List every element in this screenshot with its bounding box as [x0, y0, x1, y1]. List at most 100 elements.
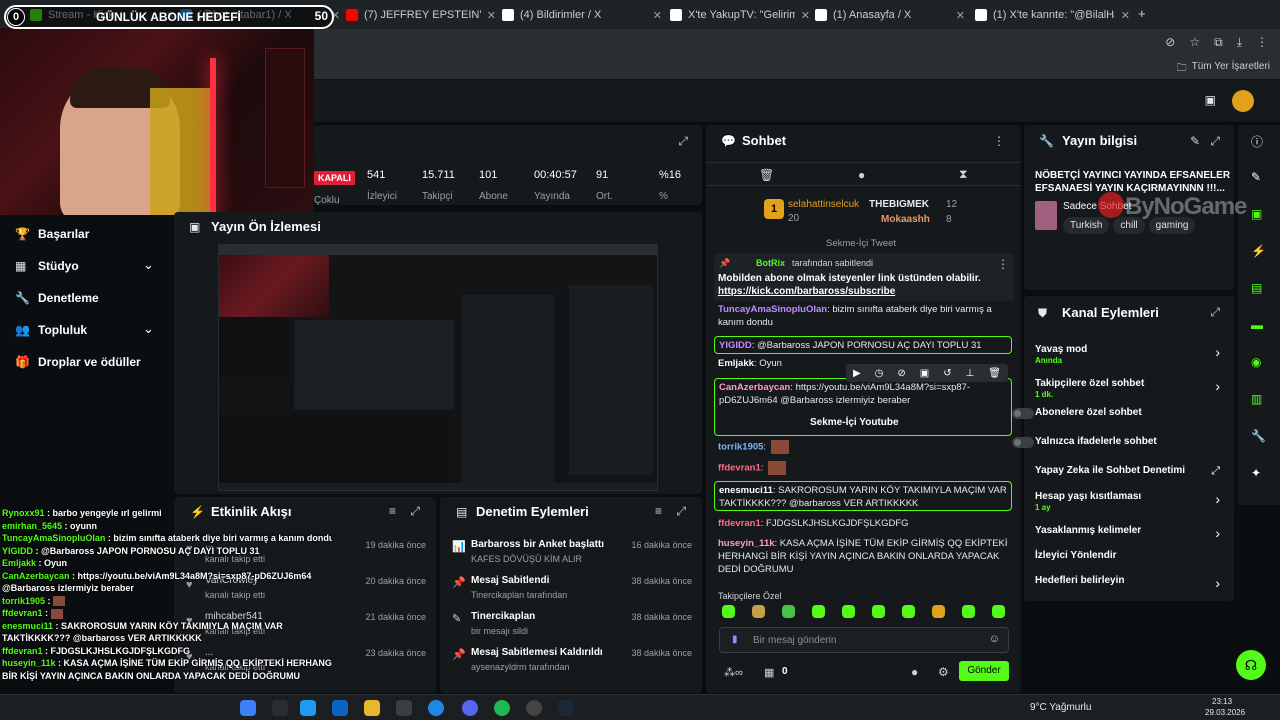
- chat-username[interactable]: enesmuci11: [719, 485, 773, 496]
- channel-action-item[interactable]: Takipçilere özel sohbet 1 dk. ›: [1024, 376, 1234, 402]
- infinity-icon[interactable]: ⁂∞: [724, 666, 743, 679]
- chat-input[interactable]: ▮ Bir mesaj gönderin ☺: [719, 627, 1009, 653]
- chat-username[interactable]: YIGIDD: [719, 340, 752, 351]
- tag-pill[interactable]: Turkish: [1063, 217, 1110, 234]
- download-icon[interactable]: ⤓: [1237, 35, 1242, 50]
- channel-action-item[interactable]: Yasaklanmış kelimeler ›: [1024, 523, 1234, 549]
- tweet-tab-label[interactable]: Sekme-İçi Tweet: [826, 238, 896, 249]
- sidebar-item[interactable]: 🎁 Droplar ve ödüller: [0, 353, 172, 377]
- obs-icon[interactable]: [526, 700, 542, 716]
- sidebar-item[interactable]: 🏆 Başarılar: [0, 225, 172, 249]
- browser-tab[interactable]: (1) X'te kannte: "@BilalHanci pu ✕: [975, 4, 1130, 26]
- pin-icon[interactable]: ⊥: [966, 368, 975, 379]
- filter-icon[interactable]: ≡: [389, 504, 396, 518]
- chat-bubble-icon[interactable]: ▬: [1251, 318, 1263, 332]
- copy-icon[interactable]: ▣: [920, 368, 929, 379]
- chat-username[interactable]: ffdevran1: [718, 518, 761, 529]
- trash-icon[interactable]: 🗑: [988, 368, 1001, 379]
- info-icon[interactable]: ⓘ: [1251, 133, 1263, 150]
- emoji-icon[interactable]: ☺: [989, 633, 1000, 645]
- app-icon[interactable]: [300, 700, 316, 716]
- emote-icon[interactable]: [932, 605, 945, 618]
- chat-username[interactable]: torrik1905: [718, 442, 763, 453]
- emote-icon[interactable]: [752, 605, 765, 618]
- chat-username[interactable]: huseyin_11k: [718, 538, 775, 549]
- browser-tab[interactable]: (1) Anasayfa / X ✕: [815, 4, 965, 26]
- chat-username[interactable]: TuncayAmaSinopluOlan: [718, 304, 827, 315]
- windows-start-icon[interactable]: [240, 700, 256, 716]
- search-icon[interactable]: [272, 700, 288, 716]
- avatar[interactable]: [1232, 90, 1254, 112]
- discord-icon[interactable]: [462, 700, 478, 716]
- menu-icon[interactable]: ⋮: [1256, 35, 1268, 50]
- crop-icon[interactable]: ▣: [1251, 207, 1262, 221]
- edit-icon[interactable]: ✎: [1190, 134, 1200, 148]
- emote-icon[interactable]: [872, 605, 885, 618]
- wrench-icon[interactable]: 🔧: [1251, 429, 1266, 443]
- chat-username[interactable]: Emljakk: [718, 358, 754, 369]
- spotify-icon[interactable]: [494, 700, 510, 716]
- channel-action-item[interactable]: İzleyici Yönlendir: [1024, 548, 1234, 574]
- sidebar-item[interactable]: 👥 Topluluk ⌄: [0, 321, 172, 345]
- weather[interactable]: 9°C Yağmurlu: [1030, 702, 1091, 713]
- channel-action-item[interactable]: Yapay Zeka ile Sohbet Denetimi ⤢: [1024, 463, 1234, 489]
- close-icon[interactable]: ✕: [653, 9, 662, 22]
- clock-time[interactable]: 23:13: [1212, 697, 1232, 706]
- channel-action-item[interactable]: Yalnızca ifadelerle sohbet: [1012, 434, 1234, 460]
- emote-icon[interactable]: [782, 605, 795, 618]
- toggle-switch[interactable]: [1012, 408, 1034, 419]
- sidebar-item[interactable]: ▦ Stüdyo ⌄: [0, 257, 172, 281]
- emote-icon[interactable]: [722, 605, 735, 618]
- steam-icon[interactable]: [558, 700, 574, 716]
- chat-username[interactable]: ffdevran1: [718, 463, 761, 474]
- emote-icon[interactable]: [812, 605, 825, 618]
- browser-tab[interactable]: (4) Bildirimler / X ✕: [502, 4, 662, 26]
- emote-icon[interactable]: [962, 605, 975, 618]
- close-icon[interactable]: ✕: [956, 9, 965, 22]
- expand-icon[interactable]: ⤢: [1210, 305, 1220, 320]
- broadcast-icon[interactable]: ◉: [1251, 355, 1261, 369]
- app-icon[interactable]: [396, 700, 412, 716]
- chat-bubble-icon[interactable]: ●: [911, 665, 918, 679]
- hourglass-icon[interactable]: ⧗: [959, 167, 967, 182]
- channel-action-item[interactable]: Yavaş mod Anında ›: [1024, 342, 1234, 368]
- expand-icon[interactable]: ⤢: [678, 134, 688, 149]
- more-icon[interactable]: ⋮: [993, 134, 1005, 148]
- browser-tab[interactable]: (7) JEFFREY EPSTEIN'IN ADASI ✕: [346, 4, 496, 26]
- emote-icon[interactable]: [842, 605, 855, 618]
- star-icon[interactable]: ☆: [1189, 35, 1200, 50]
- filter-icon[interactable]: ≡: [655, 504, 662, 518]
- chat-bubble-icon[interactable]: ●: [858, 168, 865, 182]
- new-tab-icon[interactable]: +: [1138, 6, 1146, 21]
- toggle-switch[interactable]: [1012, 437, 1034, 448]
- support-icon[interactable]: ☊: [1236, 650, 1266, 680]
- youtube-tab-label[interactable]: Sekme-İçi Youtube: [810, 417, 899, 428]
- chrome-icon[interactable]: [428, 700, 444, 716]
- stream-preview[interactable]: [218, 244, 658, 491]
- extension-icon[interactable]: ⧉: [1214, 35, 1223, 50]
- app-icon[interactable]: [332, 700, 348, 716]
- edit-icon[interactable]: ✎: [1251, 170, 1261, 184]
- trash-icon[interactable]: 🗑: [759, 168, 774, 182]
- eye-off-icon[interactable]: ⊘: [1165, 35, 1175, 50]
- expand-icon[interactable]: ⤢: [1210, 134, 1220, 149]
- sidebar-item[interactable]: 🔧 Denetleme: [0, 289, 172, 313]
- expand-icon[interactable]: ⤢: [410, 504, 420, 519]
- browser-tab[interactable]: X'te YakupTV: "Gelirim gelirim ✕: [670, 4, 810, 26]
- channel-action-item[interactable]: Hedefleri belirleyin ›: [1024, 573, 1234, 599]
- emote-icon[interactable]: [902, 605, 915, 618]
- all-bookmarks[interactable]: 🗀 Tüm Yer İşaretleri: [1177, 61, 1270, 78]
- expand-icon[interactable]: ⤢: [676, 504, 686, 519]
- reply-icon[interactable]: ↺: [943, 368, 951, 379]
- folder-icon[interactable]: [364, 700, 380, 716]
- layers-icon[interactable]: ▥: [1251, 392, 1262, 406]
- close-icon[interactable]: ✕: [1121, 9, 1130, 22]
- chat-username[interactable]: CanAzerbaycan: [719, 382, 790, 393]
- gear-icon[interactable]: ⚙: [938, 665, 949, 679]
- mute-icon[interactable]: ⊘: [897, 368, 905, 379]
- send-button[interactable]: Gönder: [959, 661, 1009, 681]
- play-icon[interactable]: ▶: [853, 368, 861, 379]
- close-icon[interactable]: ✕: [801, 9, 810, 22]
- channel-action-item[interactable]: Hesap yaşı kısıtlaması 1 ay ›: [1024, 489, 1234, 515]
- emote-icon[interactable]: [992, 605, 1005, 618]
